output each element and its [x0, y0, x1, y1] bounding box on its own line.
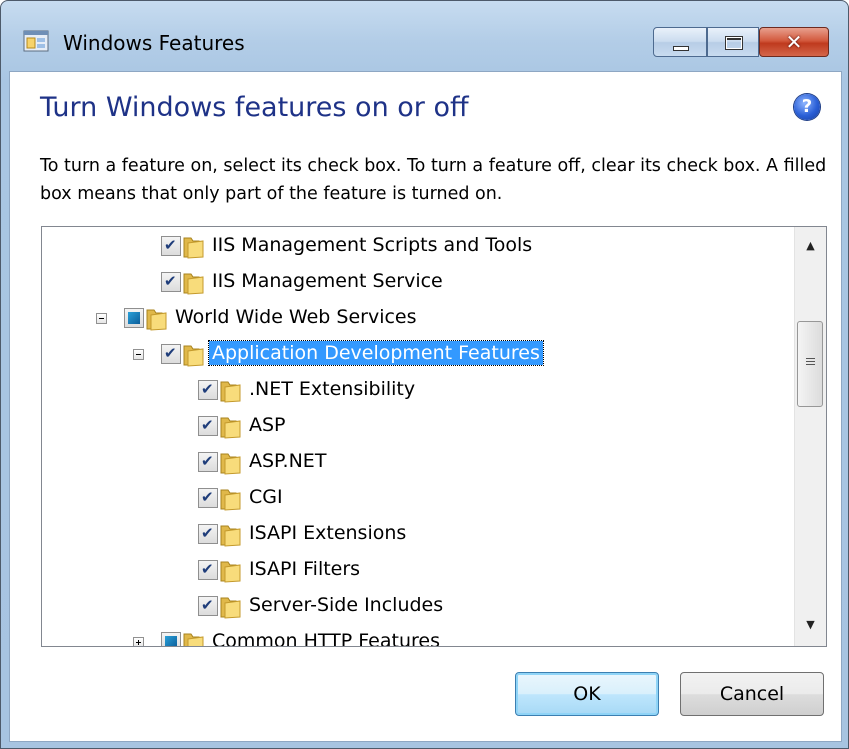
feature-checkbox[interactable]	[198, 560, 218, 580]
windows-features-dialog: Windows Features ✕ Turn Windows features…	[0, 0, 849, 749]
folder-icon	[220, 597, 241, 619]
tree-item[interactable]: World Wide Web Services	[42, 301, 794, 337]
page-title: Turn Windows features on or off	[40, 92, 469, 123]
tree-item[interactable]: ASP	[42, 409, 794, 445]
tree-item[interactable]: ISAPI Filters	[42, 553, 794, 589]
feature-checkbox[interactable]	[161, 236, 181, 256]
tree-item-label: ASP	[249, 414, 286, 436]
tree-item[interactable]: Server-Side Includes	[42, 589, 794, 625]
tree-item-label: .NET Extensibility	[249, 378, 416, 400]
vertical-scrollbar[interactable]: ▲ ▼	[794, 227, 826, 646]
scroll-down-arrow-icon[interactable]: ▼	[795, 610, 826, 640]
minimize-button[interactable]	[653, 27, 707, 57]
folder-icon	[220, 417, 241, 439]
dialog-client-area: Turn Windows features on or off ? To tur…	[9, 71, 842, 742]
tree-item-label: ASP.NET	[249, 450, 327, 472]
help-icon[interactable]: ?	[794, 94, 820, 120]
folder-icon	[146, 309, 167, 331]
collapse-icon[interactable]	[133, 349, 144, 360]
tree-item-label: ISAPI Extensions	[249, 522, 407, 544]
tree-item[interactable]: IIS Management Scripts and Tools	[42, 229, 794, 265]
tree-item[interactable]: .NET Extensibility	[42, 373, 794, 409]
tree-item-label: Server-Side Includes	[249, 594, 444, 616]
feature-checkbox[interactable]	[198, 452, 218, 472]
tree-item[interactable]: IIS Management Service	[42, 265, 794, 301]
tree-item[interactable]: ISAPI Extensions	[42, 517, 794, 553]
window-title: Windows Features	[63, 31, 245, 55]
cancel-button[interactable]: Cancel	[680, 672, 824, 716]
close-icon: ✕	[785, 30, 803, 54]
folder-icon	[220, 489, 241, 511]
feature-checkbox[interactable]	[198, 488, 218, 508]
maximize-button[interactable]	[707, 27, 759, 57]
tree-item[interactable]: Application Development Features	[42, 337, 794, 373]
tree-item-label: Common HTTP Features	[212, 630, 440, 647]
tree-item-label: IIS Management Service	[212, 270, 443, 292]
folder-icon	[220, 561, 241, 583]
folder-icon	[220, 453, 241, 475]
folder-icon	[183, 345, 204, 367]
expand-icon[interactable]	[133, 637, 144, 646]
feature-checkbox[interactable]	[161, 632, 181, 646]
scroll-up-arrow-icon[interactable]: ▲	[795, 231, 826, 261]
collapse-icon[interactable]	[96, 313, 107, 324]
folder-icon	[220, 381, 241, 403]
tree-item[interactable]: CGI	[42, 481, 794, 517]
feature-checkbox[interactable]	[161, 272, 181, 292]
feature-checkbox[interactable]	[198, 380, 218, 400]
feature-checkbox[interactable]	[198, 524, 218, 544]
feature-checkbox[interactable]	[198, 416, 218, 436]
windows-features-app-icon	[23, 30, 49, 52]
close-button[interactable]: ✕	[759, 27, 829, 57]
feature-checkbox[interactable]	[124, 308, 144, 328]
ok-button[interactable]: OK	[515, 672, 659, 716]
scrollbar-thumb[interactable]	[797, 321, 823, 407]
tree-item[interactable]: Common HTTP Features	[42, 625, 794, 647]
tree-item-label: ISAPI Filters	[249, 558, 361, 580]
features-tree[interactable]: IIS Management Scripts and Tools IIS Mana…	[41, 226, 827, 647]
feature-checkbox[interactable]	[198, 596, 218, 616]
folder-icon	[183, 633, 204, 646]
folder-icon	[220, 525, 241, 547]
folder-icon	[183, 273, 204, 295]
tree-item-label: IIS Management Scripts and Tools	[212, 234, 533, 256]
tree-item-label: Application Development Features	[208, 340, 544, 366]
tree-item[interactable]: ASP.NET	[42, 445, 794, 481]
title-bar[interactable]: Windows Features ✕	[1, 1, 848, 71]
instructions-text: To turn a feature on, select its check b…	[40, 156, 827, 204]
tree-item-label: CGI	[249, 486, 283, 508]
grip-icon	[806, 358, 815, 367]
folder-icon	[183, 237, 204, 259]
feature-checkbox[interactable]	[161, 344, 181, 364]
tree-item-label: World Wide Web Services	[175, 306, 417, 328]
